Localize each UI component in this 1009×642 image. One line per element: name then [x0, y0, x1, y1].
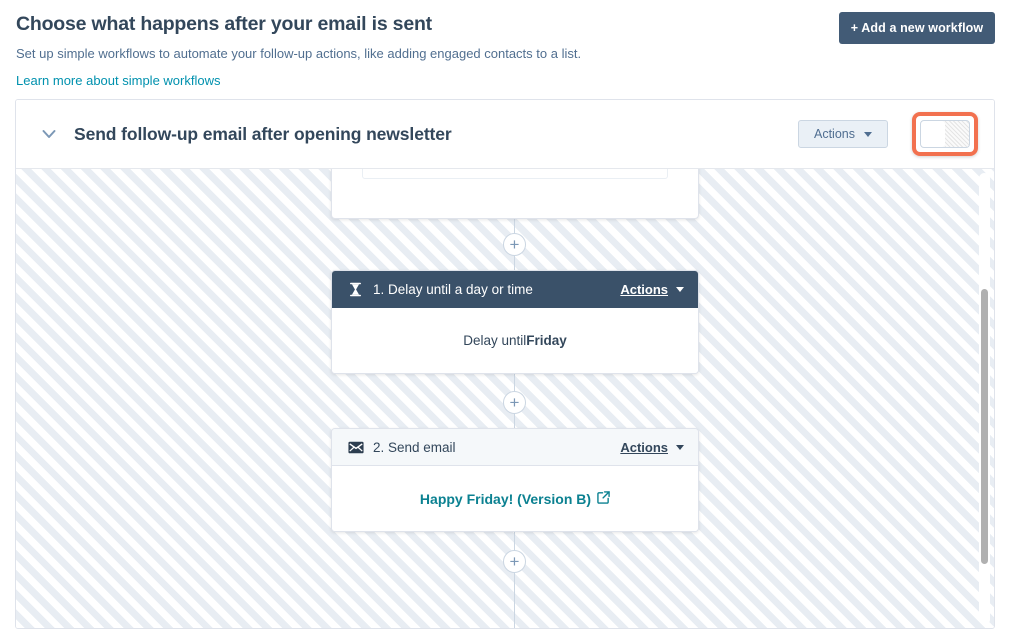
delay-value: Friday [526, 333, 567, 348]
delay-prefix-text: Delay until [463, 333, 527, 348]
node-actions-button[interactable]: Actions [620, 282, 684, 297]
hourglass-icon [347, 281, 364, 298]
node-title: 2. Send email [373, 439, 456, 455]
add-step-button[interactable]: + [503, 233, 526, 256]
envelope-icon [347, 439, 364, 456]
node-body: Happy Friday! (Version B) [332, 466, 698, 531]
toggle-knob [921, 121, 945, 147]
chevron-down-icon[interactable] [38, 123, 60, 145]
chevron-down-icon [676, 444, 684, 450]
workflow-actions-button[interactable]: Actions [798, 120, 888, 148]
node-body: Delay until Friday [332, 308, 698, 373]
workflow-title: Send follow-up email after opening newsl… [74, 123, 452, 144]
canvas-scrollbar-thumb[interactable] [981, 289, 988, 564]
learn-more-link[interactable]: Learn more about simple workflows [16, 73, 220, 89]
node-header: 1. Delay until a day or time Actions [332, 271, 698, 308]
workflow-header: Send follow-up email after opening newsl… [16, 100, 994, 169]
email-asset-name: Happy Friday! (Version B) [419, 490, 592, 507]
chevron-down-icon [864, 131, 872, 137]
external-link-icon [597, 490, 610, 507]
node-actions-label: Actions [620, 439, 668, 455]
workflow-actions-label: Actions [814, 127, 855, 141]
workflow-panel: Send follow-up email after opening newsl… [15, 99, 995, 629]
workflow-canvas[interactable]: + 1. Delay until a day or time Actions D… [16, 169, 994, 628]
node-actions-label: Actions [620, 282, 668, 297]
add-step-button[interactable]: + [503, 550, 526, 573]
node-header: 2. Send email Actions [332, 429, 698, 466]
toggle-track [945, 121, 969, 147]
page-header: Choose what happens after your email is … [0, 0, 1009, 92]
node-actions-button[interactable]: Actions [620, 440, 684, 455]
email-asset-link[interactable]: Happy Friday! (Version B) [420, 491, 610, 507]
workflow-node-send-email[interactable]: 2. Send email Actions Happy Friday! (Ver… [331, 428, 699, 532]
node-inner-panel [362, 169, 668, 179]
workflow-enable-toggle[interactable] [920, 120, 970, 148]
page-subtitle: Set up simple workflows to automate your… [16, 46, 582, 61]
canvas-scrollbar[interactable] [979, 173, 990, 625]
workflow-node-delay[interactable]: 1. Delay until a day or time Actions Del… [331, 270, 699, 374]
node-title: 1. Delay until a day or time [373, 282, 533, 297]
workflow-node-truncated[interactable] [331, 169, 699, 219]
add-new-workflow-button[interactable]: + Add a new workflow [839, 12, 995, 44]
chevron-down-icon [676, 287, 684, 292]
workflow-enable-toggle-highlight [912, 112, 978, 156]
add-step-button[interactable]: + [503, 391, 526, 414]
